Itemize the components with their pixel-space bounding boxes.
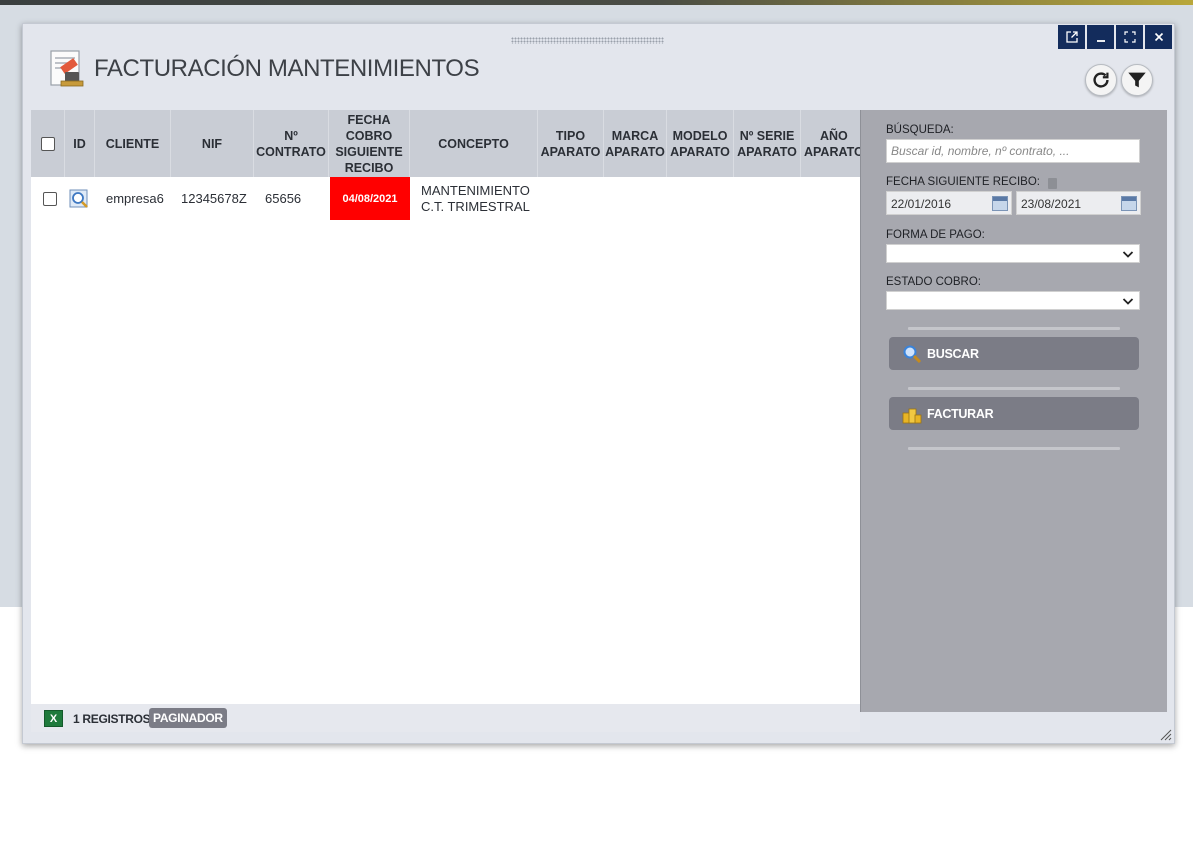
filter-button[interactable] bbox=[1121, 64, 1153, 96]
col-header-nif[interactable]: NIF bbox=[171, 110, 254, 177]
filter-panel: BÚSQUEDA: Buscar id, nombre, nº contrato… bbox=[860, 110, 1167, 712]
cell-fecha-cobro: 04/08/2021 bbox=[330, 177, 410, 220]
window-controls bbox=[1058, 25, 1172, 49]
grid-footer: X 1 REGISTROS PAGINADOR bbox=[31, 704, 860, 732]
row-view-icon-cell bbox=[69, 177, 93, 220]
cell-concepto: MANTENIMIENTO C.T. TRIMESTRAL bbox=[421, 182, 530, 214]
paginador-button[interactable]: PAGINADOR bbox=[149, 708, 227, 728]
filter-icon bbox=[1128, 72, 1146, 88]
forma-pago-label: FORMA DE PAGO: bbox=[886, 229, 985, 241]
col-header-anio-aparato[interactable]: AÑO APARATO bbox=[801, 110, 864, 177]
refresh-button[interactable] bbox=[1085, 64, 1117, 96]
busqueda-label: BÚSQUEDA: bbox=[886, 124, 954, 136]
forma-pago-select[interactable] bbox=[886, 244, 1140, 263]
page-title: FACTURACIÓN MANTENIMIENTOS bbox=[94, 55, 480, 82]
data-grid: ID CLIENTE NIF Nº CONTRATO FECHA COBRO SIGU… bbox=[31, 110, 864, 704]
top-stripe bbox=[0, 0, 1193, 5]
popout-icon[interactable] bbox=[1058, 25, 1085, 49]
facturar-button[interactable]: FACTURAR bbox=[889, 397, 1139, 430]
chevron-down-icon bbox=[1122, 298, 1134, 305]
table-row[interactable]: empresa6 12345678Z 65656 04/08/2021 MANT… bbox=[31, 177, 860, 220]
col-header-contrato[interactable]: Nº CONTRATO bbox=[254, 110, 329, 177]
facturacion-window: FACTURACIÓN MANTENIMIENTOS ID CLIENTE NI… bbox=[22, 23, 1175, 744]
clear-date-icon[interactable] bbox=[1048, 178, 1057, 189]
window-drag-handle[interactable] bbox=[511, 37, 664, 44]
search-input[interactable]: Buscar id, nombre, nº contrato, ... bbox=[886, 139, 1140, 163]
maximize-icon[interactable] bbox=[1116, 25, 1143, 49]
col-header-fecha-cobro[interactable]: FECHA COBRO SIGUIENTE RECIBO bbox=[329, 110, 410, 177]
col-header-tipo-aparato[interactable]: TIPO APARATO bbox=[538, 110, 604, 177]
col-header-n-serie-aparato[interactable]: Nº SERIE APARATO bbox=[734, 110, 801, 177]
col-header-cliente[interactable]: CLIENTE bbox=[95, 110, 171, 177]
view-details-icon[interactable] bbox=[69, 189, 89, 209]
fecha-hasta-field[interactable]: 23/08/2021 bbox=[1016, 191, 1141, 215]
cell-nif: 12345678Z bbox=[181, 191, 247, 206]
search-icon bbox=[903, 345, 922, 363]
minimize-icon[interactable] bbox=[1087, 25, 1114, 49]
calendar-icon[interactable] bbox=[1121, 196, 1137, 211]
divider bbox=[908, 327, 1120, 330]
col-header-marca-aparato[interactable]: MARCA APARATO bbox=[604, 110, 667, 177]
cell-contrato: 65656 bbox=[265, 191, 302, 206]
excel-export-icon[interactable]: X bbox=[44, 710, 63, 727]
select-all-checkbox[interactable] bbox=[40, 136, 55, 151]
row-checkbox[interactable] bbox=[43, 191, 57, 206]
estado-cobro-select[interactable] bbox=[886, 291, 1140, 310]
cell-cliente: empresa6 bbox=[106, 191, 164, 206]
calendar-icon[interactable] bbox=[992, 196, 1008, 211]
col-header-id[interactable]: ID bbox=[65, 110, 95, 177]
fecha-siguiente-recibo-label: FECHA SIGUIENTE RECIBO: bbox=[886, 176, 1040, 188]
divider bbox=[908, 447, 1120, 450]
invoice-stamp-icon bbox=[50, 50, 84, 87]
close-icon[interactable] bbox=[1145, 25, 1172, 49]
col-header-concepto[interactable]: CONCEPTO bbox=[410, 110, 538, 177]
coins-icon bbox=[902, 408, 922, 423]
resize-grip-icon[interactable] bbox=[1158, 727, 1172, 741]
select-all-cell bbox=[31, 110, 65, 177]
grid-header: ID CLIENTE NIF Nº CONTRATO FECHA COBRO SIGU… bbox=[31, 110, 864, 177]
col-header-modelo-aparato[interactable]: MODELO APARATO bbox=[667, 110, 734, 177]
chevron-down-icon bbox=[1122, 251, 1134, 258]
estado-cobro-label: ESTADO COBRO: bbox=[886, 276, 981, 288]
buscar-button[interactable]: BUSCAR bbox=[889, 337, 1139, 370]
row-checkbox-cell bbox=[43, 177, 63, 220]
record-count: 1 REGISTROS bbox=[73, 712, 151, 726]
fecha-desde-field[interactable]: 22/01/2016 bbox=[886, 191, 1012, 215]
divider bbox=[908, 387, 1120, 390]
refresh-icon bbox=[1093, 72, 1109, 88]
